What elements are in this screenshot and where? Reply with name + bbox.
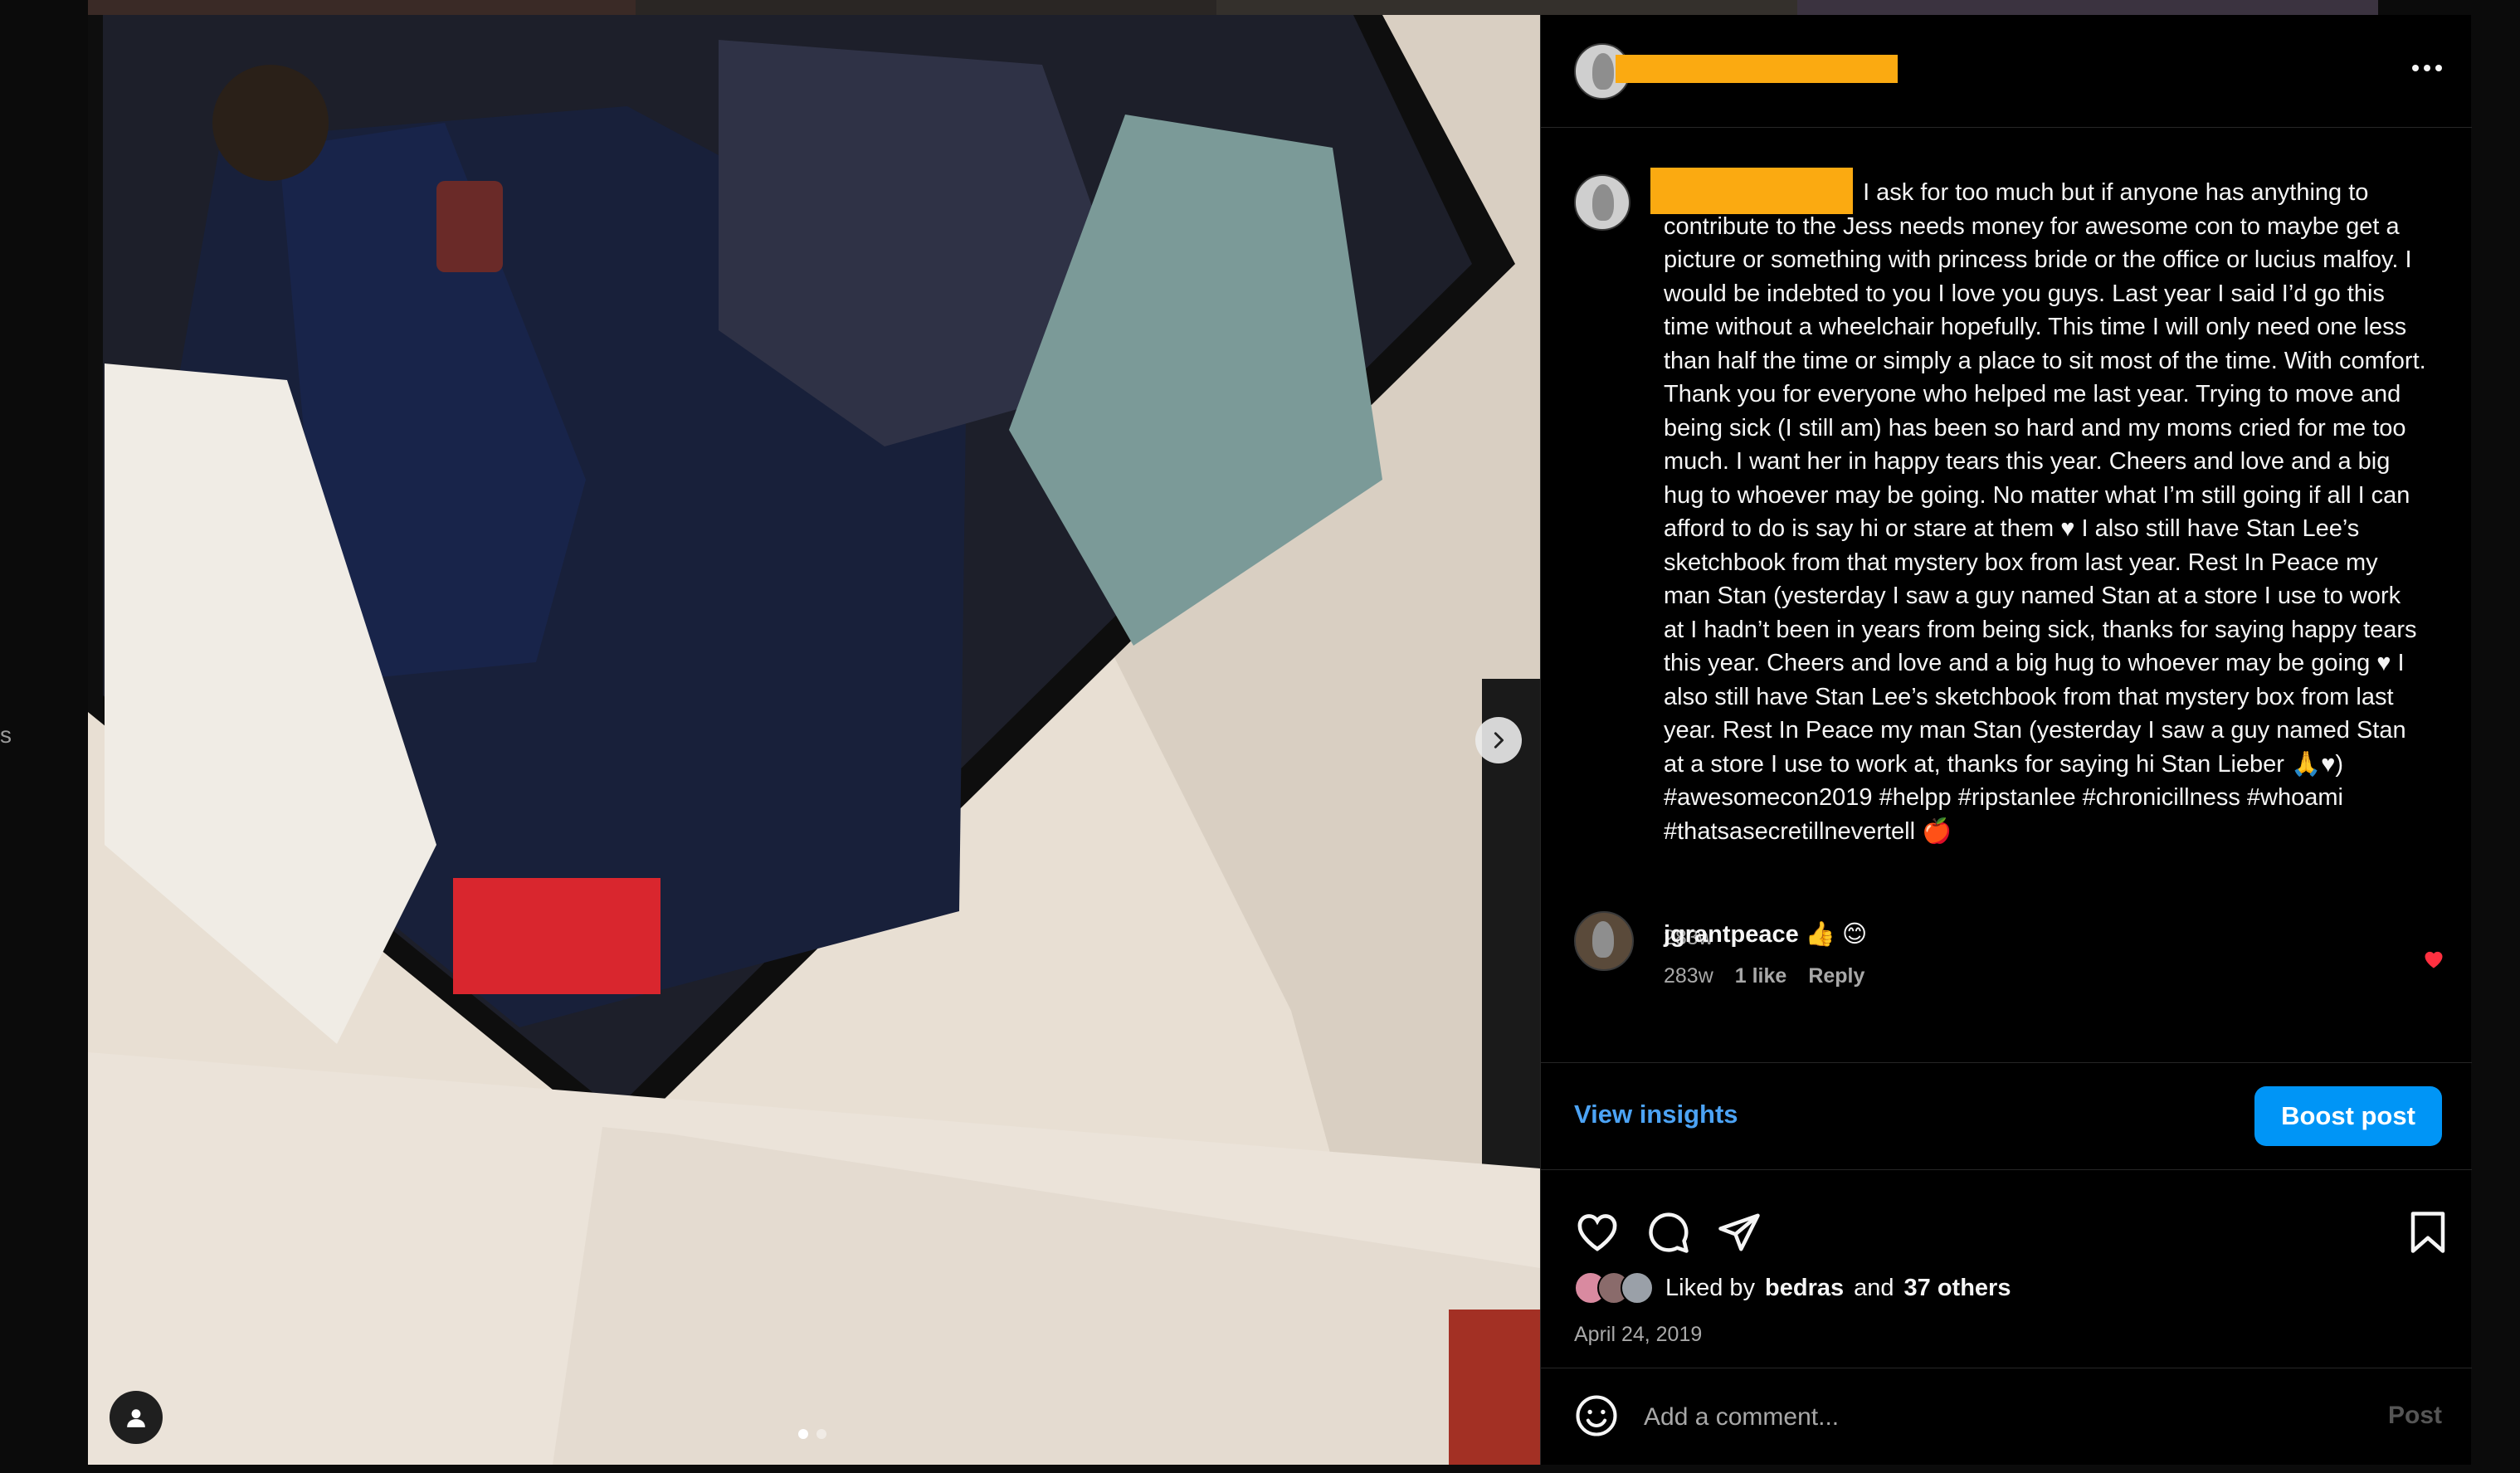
post-media [88,15,1540,1465]
caption-author-avatar[interactable] [1574,174,1630,231]
comment-timestamp: 283w [1664,964,1713,988]
post-date: April 24, 2019 [1574,1323,1703,1346]
carousel-dot [798,1429,808,1439]
commenter-avatar[interactable] [1574,911,1634,971]
comment-input[interactable] [1644,1397,2308,1438]
tagged-users-button[interactable] [110,1391,163,1444]
more-options-icon[interactable] [2412,65,2442,71]
comment-reply-button[interactable]: Reply [1808,964,1864,988]
post-photo [88,15,1540,1465]
likes-others[interactable]: 37 others [1904,1275,2011,1302]
comment-username[interactable]: jgrantpeace [1664,921,1799,948]
redacted-username [1616,55,1898,83]
likes-summary[interactable]: Liked by bedras and 37 others [1574,1271,2011,1305]
action-bar [1541,1185,2472,1268]
insights-bar: View insights Boost post [1541,1062,2472,1170]
post-header [1541,15,2472,128]
emoji-icon[interactable] [1574,1393,1619,1438]
user-icon [127,1409,145,1427]
backdrop-thumbnail [1216,0,1797,15]
carousel-dot [816,1429,826,1439]
bookmark-icon[interactable] [2407,1210,2449,1255]
post-modal: I ask for too much but if anyone has any… [88,15,2472,1465]
carousel-next-button[interactable] [1475,717,1522,763]
liker-avatar [1621,1271,1654,1305]
share-icon[interactable] [1717,1210,1762,1255]
backdrop-thumbnail [88,0,636,15]
comment-meta: 283w 1 like Reply [1664,964,1864,988]
caption-text: I ask for too much but if anyone has any… [1664,179,2426,845]
backdrop-thumbnail [636,0,1216,15]
boost-post-button[interactable]: Boost post [2254,1086,2442,1146]
post-comment-button[interactable]: Post [2388,1402,2442,1430]
comment-item: jgrantpeace 👍 😊 283w 1 like Reply [1541,878,2472,988]
comment-body: jgrantpeace 👍 😊 [1664,919,1867,949]
comment-icon[interactable] [1645,1210,1690,1255]
chevron-right-icon [1494,732,1504,749]
comment-text: 👍 😊 [1805,921,1868,948]
post-sidebar: I ask for too much but if anyone has any… [1540,15,2472,1465]
comment-likes[interactable]: 1 like [1735,964,1787,988]
carousel-indicator [798,1429,826,1439]
likes-prefix: Liked by [1665,1274,1756,1301]
backdrop-thumbnail [1797,0,2378,15]
liked-heart-icon[interactable] [2422,948,2445,969]
view-insights-link[interactable]: View insights [1574,1100,1738,1129]
likes-user[interactable]: bedras [1765,1275,1844,1302]
heart-icon[interactable] [1574,1210,1621,1253]
liker-avatars [1574,1271,1654,1305]
likes-and: and [1854,1274,1894,1301]
comment-composer: Post [1541,1368,2472,1465]
backdrop-text: s [0,722,12,748]
